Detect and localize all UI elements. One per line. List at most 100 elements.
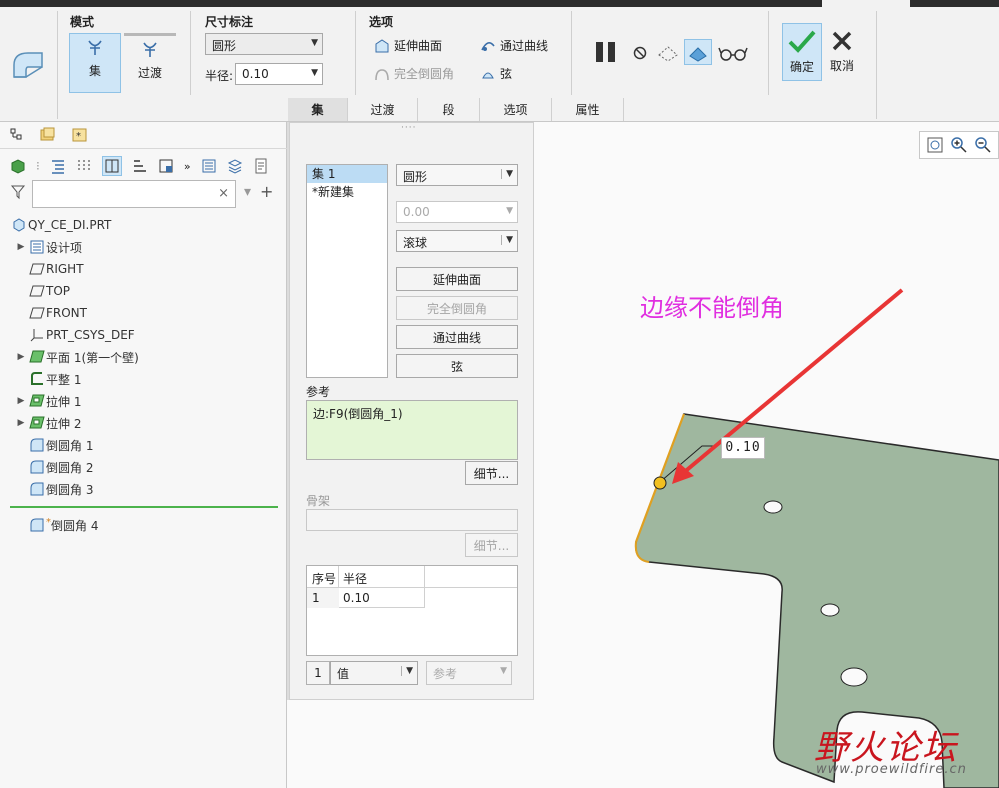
expand-icon[interactable]: ▶ — [14, 352, 28, 362]
set-list-item-1[interactable]: 集 1 — [307, 165, 387, 183]
set-list-item-new[interactable]: *新建集 — [307, 183, 387, 201]
mode-set-button[interactable]: 集 — [69, 33, 121, 93]
tab-properties[interactable]: 属性 — [552, 98, 624, 121]
model-display-icon[interactable] — [10, 158, 26, 174]
tree-root[interactable]: QY_CE_DI.PRT — [10, 214, 111, 236]
skeleton-detail-button[interactable]: 细节... — [465, 533, 518, 557]
no-preview-icon[interactable] — [632, 45, 648, 64]
tree-item-round-4[interactable]: * 倒圆角 4 — [28, 514, 98, 536]
set-list[interactable]: 集 1 *新建集 — [306, 164, 388, 378]
datum-plane-icon — [29, 263, 45, 275]
document-icon[interactable] — [253, 158, 269, 174]
tree-item-front[interactable]: FRONT — [28, 302, 87, 324]
full-round-button[interactable]: 完全倒圆角 — [396, 296, 518, 320]
tree-columns-icon[interactable] — [76, 158, 92, 174]
tree-item-design-items[interactable]: ▶ 设计项 — [14, 236, 82, 258]
tree-item-label: 拉伸 2 — [46, 416, 82, 431]
clear-search-icon[interactable]: × — [218, 186, 229, 201]
value-type-select-value: 值 — [337, 667, 350, 681]
glasses-icon[interactable] — [718, 43, 748, 66]
ok-button[interactable]: 确定 — [782, 23, 822, 81]
tab-sets[interactable]: 集 — [288, 98, 348, 121]
tree-item-flatten[interactable]: 平整 1 — [28, 368, 81, 390]
tree-item-top[interactable]: TOP — [28, 280, 70, 302]
tree-item-csys[interactable]: PRT_CSYS_DEF — [28, 324, 135, 346]
skeleton-collector[interactable] — [306, 509, 518, 531]
value-type-select[interactable]: 值 ▼ — [330, 661, 418, 685]
favorites-tab-icon[interactable]: * — [72, 127, 88, 146]
reference-detail-button[interactable]: 细节... — [465, 461, 518, 485]
folder-tab-icon[interactable] — [40, 127, 56, 146]
tab-options[interactable]: 选项 — [480, 98, 552, 121]
tree-settings-icon[interactable] — [158, 158, 174, 174]
tab-transitions[interactable]: 过渡 — [348, 98, 418, 121]
geometry-preview-icon[interactable] — [656, 41, 680, 66]
through-curve-button[interactable]: 通过曲线 — [396, 325, 518, 349]
edge-handle[interactable] — [653, 476, 667, 490]
through-curve-option[interactable]: 通过曲线 — [480, 37, 548, 54]
full-round-icon — [375, 68, 389, 80]
reference-type-select[interactable]: 参考 ▼ — [426, 661, 512, 685]
tree-root-label: QY_CE_DI.PRT — [28, 218, 112, 232]
mode-transition-button[interactable]: 过渡 — [124, 33, 176, 93]
shape-select[interactable]: 圆形 ▼ — [205, 33, 323, 55]
expand-icon[interactable]: ▶ — [14, 396, 28, 406]
chord-button[interactable]: 弦 — [396, 354, 518, 378]
tree-item-label: RIGHT — [46, 262, 84, 276]
add-filter-icon[interactable]: + — [260, 182, 273, 201]
cancel-button[interactable]: 取消 — [824, 23, 860, 81]
tab-pieces[interactable]: 段 — [418, 98, 480, 121]
active-ribbon-tab[interactable] — [822, 0, 910, 7]
tree-item-round-2[interactable]: 倒圆角 2 — [28, 456, 93, 478]
expand-icon[interactable]: ▶ — [14, 418, 28, 428]
chevron-down-icon[interactable]: ▾ — [244, 184, 251, 200]
hole-2 — [820, 603, 840, 617]
shape-select-panel[interactable]: 圆形 ▼ — [396, 164, 518, 186]
extend-surface-button[interactable]: 延伸曲面 — [396, 267, 518, 291]
tree-item-extrude-1[interactable]: ▶ 拉伸 1 — [14, 390, 81, 412]
part-model-view[interactable] — [534, 122, 999, 788]
tree-sort-icon[interactable] — [132, 158, 148, 174]
sets-panel: ···· 集 1 *新建集 圆形 ▼ 0.00 ▼ 滚球 ▼ 延伸曲面 完全倒圆… — [289, 122, 534, 700]
tree-item-label: TOP — [46, 284, 71, 298]
round-icon — [30, 438, 44, 452]
pause-icon[interactable] — [593, 39, 619, 68]
table-cell-radius[interactable]: 0.10 — [339, 588, 425, 608]
expand-icon[interactable]: ▶ — [14, 242, 28, 252]
insert-indicator-line[interactable] — [10, 506, 278, 508]
panel-grip[interactable]: ···· — [401, 123, 416, 133]
through-curve-icon — [481, 41, 495, 51]
radius-table[interactable]: 序号 半径 1 0.10 — [306, 565, 518, 656]
value-select-panel[interactable]: 0.00 ▼ — [396, 201, 518, 223]
method-select[interactable]: 滚球 ▼ — [396, 230, 518, 252]
layers-icon[interactable] — [227, 158, 243, 174]
tree-item-wall[interactable]: ▶ 平面 1(第一个壁) — [14, 346, 139, 368]
dimension-group-label: 尺寸标注 — [205, 15, 254, 29]
round-new-icon — [30, 518, 44, 532]
dimension-label[interactable]: 0.10 — [721, 437, 765, 459]
tree-list-icon[interactable] — [50, 158, 66, 174]
full-round-option[interactable]: 完全倒圆角 — [374, 65, 454, 82]
datum-plane-icon — [29, 285, 45, 297]
chord-option[interactable]: 弦 — [480, 65, 512, 82]
tree-filter-toggle[interactable] — [101, 156, 122, 176]
csys-icon — [30, 329, 43, 342]
close-icon — [832, 31, 852, 51]
table-cell-index[interactable]: 1 — [307, 588, 339, 608]
model-tree-tab-icon[interactable] — [10, 128, 24, 145]
shape-select-value: 圆形 — [212, 39, 237, 53]
layer-list-icon[interactable] — [201, 158, 217, 174]
tree-item-round-1[interactable]: 倒圆角 1 — [28, 434, 93, 456]
tree-item-round-3[interactable]: 倒圆角 3 — [28, 478, 93, 500]
radius-input[interactable]: 0.10 ▼ — [235, 63, 323, 85]
extend-surface-option[interactable]: 延伸曲面 — [374, 37, 442, 54]
tree-item-extrude-2[interactable]: ▶ 拉伸 2 — [14, 412, 81, 434]
reference-collector[interactable]: 边:F9(倒圆角_1) — [306, 400, 518, 460]
graphics-area-lower[interactable] — [287, 700, 534, 788]
filter-icon — [10, 184, 26, 203]
tree-item-right[interactable]: RIGHT — [28, 258, 84, 280]
tree-search-input[interactable]: × — [32, 180, 236, 208]
solid-preview-icon[interactable] — [684, 39, 712, 65]
more-icon[interactable]: » — [184, 160, 191, 173]
tree-item-label: 倒圆角 2 — [46, 460, 94, 475]
